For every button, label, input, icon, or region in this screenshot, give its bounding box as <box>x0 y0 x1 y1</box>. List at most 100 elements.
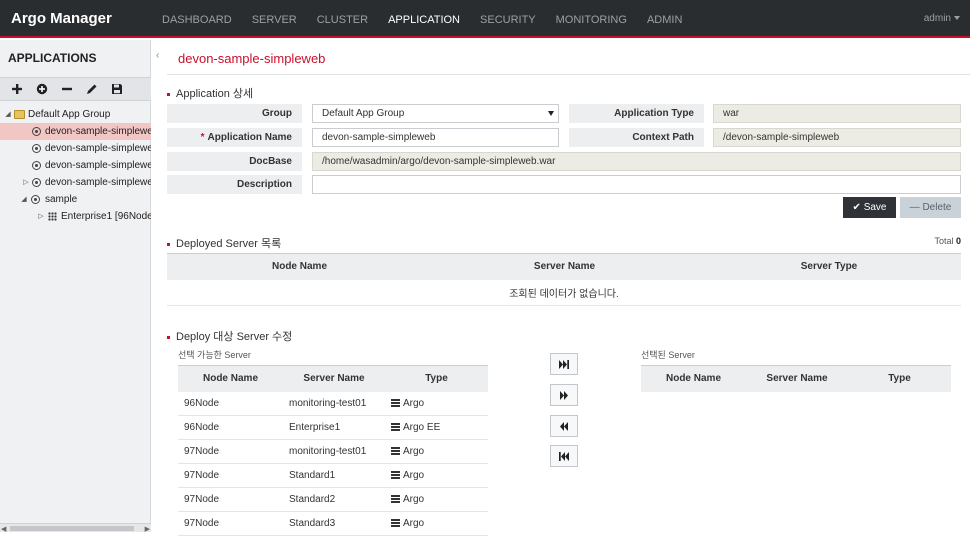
col-type[interactable]: Type <box>848 365 951 392</box>
col-node-name[interactable]: Node Name <box>167 253 432 280</box>
empty-message: 조회된 데이터가 없습니다. <box>167 279 961 306</box>
docbase-field: /home/wasadmin/argo/devon-sample-simplew… <box>312 152 961 171</box>
col-server-name[interactable]: Server Name <box>432 253 697 280</box>
chevron-down-icon <box>548 111 554 116</box>
tree-node-app[interactable]: ▷ devon-sample-simpleweb <box>0 174 151 191</box>
user-name: admin <box>923 13 951 24</box>
app-node-icon <box>32 178 41 187</box>
nav-application[interactable]: APPLICATION <box>378 0 470 38</box>
minus-icon[interactable] <box>58 81 75 98</box>
col-type[interactable]: Type <box>385 365 488 392</box>
delete-button-label: Delete <box>922 202 952 213</box>
tree-node-app[interactable]: devon-sample-simpleweb <box>0 140 151 157</box>
available-servers-label: 선택 가능한 Server <box>178 350 251 360</box>
table-row[interactable]: 96Node monitoring-test01 Argo <box>178 391 488 416</box>
col-server-name[interactable]: Server Name <box>746 365 848 392</box>
table-row[interactable]: 97Node monitoring-test01 Argo <box>178 439 488 464</box>
user-menu[interactable]: admin <box>924 13 960 24</box>
sidebar-title: APPLICATIONS <box>8 51 97 65</box>
table-row[interactable]: 97Node Standard1 Argo <box>178 463 488 488</box>
chevron-down-icon <box>954 16 960 21</box>
sidebar-scrollbar[interactable]: ◀ ▶ <box>0 523 151 533</box>
selected-servers-label: 선택된 Server <box>641 350 695 360</box>
nav-cluster[interactable]: CLUSTER <box>307 0 378 38</box>
expand-right-icon[interactable]: ▷ <box>22 174 30 191</box>
list-icon <box>391 447 400 455</box>
col-server-type[interactable]: Server Type <box>697 253 961 280</box>
app-node-icon <box>31 195 40 204</box>
group-select-value: Default App Group <box>322 108 405 119</box>
type-label: Argo <box>403 397 425 409</box>
cell-server-name: Standard2 <box>283 487 385 512</box>
col-server-name[interactable]: Server Name <box>283 365 385 392</box>
table-row: 조회된 데이터가 없습니다. <box>167 279 961 306</box>
col-node-name[interactable]: Node Name <box>641 365 746 392</box>
nav-admin[interactable]: ADMIN <box>637 0 692 38</box>
cell-type: Argo <box>385 487 488 512</box>
selected-server-table: Node Name Server Name Type <box>641 365 951 392</box>
context-path-label: Context Path <box>569 128 704 147</box>
nav-monitoring[interactable]: MONITORING <box>546 0 637 38</box>
tree-node-app[interactable]: devon-sample-simpleweb <box>0 157 151 174</box>
section-title-deployed: Deployed Server 목록 <box>167 235 281 251</box>
type-label: Argo <box>403 470 425 481</box>
expand-down-icon[interactable]: ◢ <box>4 106 12 123</box>
required-marker: * <box>200 132 205 143</box>
scroll-thumb[interactable] <box>10 526 134 531</box>
cell-server-name: Standard1 <box>283 463 385 488</box>
tree-label: Enterprise1 [96Node] <box>61 211 151 222</box>
plus-icon[interactable] <box>8 81 25 98</box>
type-label: Argo <box>403 518 425 529</box>
cell-type: Argo EE <box>385 415 488 440</box>
tree-node-sample[interactable]: ◢ sample <box>0 191 151 208</box>
list-icon <box>391 519 400 527</box>
move-left-icon <box>560 421 568 431</box>
col-node-name[interactable]: Node Name <box>178 365 283 392</box>
cell-type: Argo <box>385 439 488 464</box>
tree-node-default-app-group[interactable]: ◢ Default App Group <box>0 106 151 123</box>
brand-logo[interactable]: Argo Manager <box>11 10 112 27</box>
delete-button[interactable]: — Delete <box>900 197 961 218</box>
move-left-button[interactable] <box>550 415 578 437</box>
available-server-table: Node Name Server Name Type 96Node monitor… <box>178 365 488 536</box>
application-name-label-text: Application Name <box>207 132 292 143</box>
circle-plus-icon[interactable] <box>33 81 50 98</box>
nav-dashboard[interactable]: DASHBOARD <box>152 0 242 38</box>
cell-node-name: 97Node <box>178 487 283 512</box>
application-name-input[interactable]: devon-sample-simpleweb <box>312 128 559 147</box>
type-label: Argo <box>403 446 425 457</box>
table-header-row: Node Name Server Name Type <box>178 365 488 392</box>
description-input[interactable] <box>312 175 961 194</box>
move-all-left-button[interactable] <box>550 445 578 467</box>
group-select[interactable]: Default App Group <box>312 104 559 123</box>
tree-node-enterprise1[interactable]: ▷ Enterprise1 [96Node] <box>0 208 151 225</box>
pencil-icon[interactable] <box>83 81 100 98</box>
nav-security[interactable]: SECURITY <box>470 0 546 38</box>
table-row[interactable]: 97Node Standard2 Argo <box>178 487 488 512</box>
cell-server-name: Enterprise1 <box>283 415 385 440</box>
total-label: Total <box>934 236 954 246</box>
cell-node-name: 96Node <box>178 391 283 416</box>
tree-label: Default App Group <box>28 109 111 120</box>
nav-server[interactable]: SERVER <box>242 0 307 38</box>
move-right-button[interactable] <box>550 384 578 406</box>
main-nav: DASHBOARD SERVER CLUSTER APPLICATION SEC… <box>152 0 692 38</box>
tree-label: sample <box>45 194 78 205</box>
move-all-right-button[interactable] <box>550 353 578 375</box>
section-title-deploy: Deploy 대상 Server 수정 <box>167 328 292 344</box>
collapse-sidebar-icon[interactable]: ‹ <box>156 50 159 61</box>
deployed-server-table: Node Name Server Name Server Type 조회된 데이… <box>167 253 961 306</box>
app-tree: ◢ Default App Group devon-sample-simplew… <box>0 106 151 225</box>
cell-server-name: monitoring-test01 <box>283 391 385 416</box>
expand-right-icon[interactable]: ▷ <box>37 208 45 225</box>
tree-node-app-selected[interactable]: devon-sample-simpleweb <box>0 123 151 140</box>
save-button[interactable]: ✔ Save <box>843 197 896 218</box>
cell-node-name: 97Node <box>178 439 283 464</box>
expand-down-icon[interactable]: ◢ <box>20 191 28 208</box>
cell-node-name: 96Node <box>178 415 283 440</box>
application-type-label: Application Type <box>569 104 704 123</box>
app-node-icon <box>32 144 41 153</box>
sidebar-toolbar <box>0 77 151 101</box>
table-row[interactable]: 96Node Enterprise1 Argo EE <box>178 415 488 440</box>
save-icon[interactable] <box>108 81 125 98</box>
